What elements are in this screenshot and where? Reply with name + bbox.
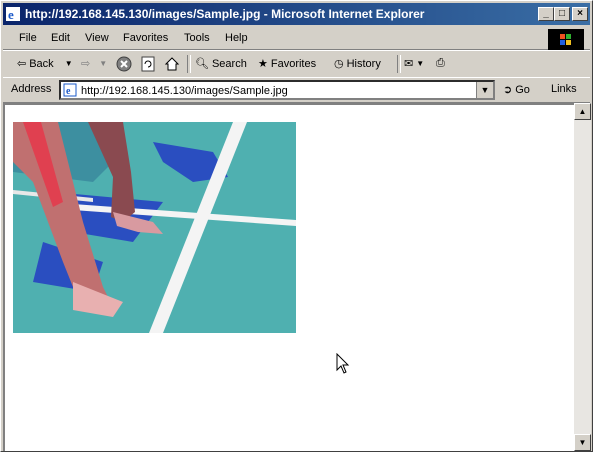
ie-logo-icon: e: [6, 7, 20, 22]
mail-button[interactable]: ✉ ▼: [404, 57, 424, 70]
mail-dropdown-icon: ▼: [416, 59, 425, 68]
back-button[interactable]: ⇦ Back ▼: [17, 57, 73, 71]
toolbar-separator: [187, 55, 191, 73]
svg-text:e: e: [66, 86, 71, 97]
svg-text:e: e: [8, 7, 14, 22]
menu-help[interactable]: Help: [225, 32, 248, 44]
search-icon: 🔍︎: [195, 58, 209, 70]
forward-dropdown-icon[interactable]: ▼: [99, 59, 107, 68]
stop-icon[interactable]: [116, 56, 132, 72]
history-label: History: [346, 57, 381, 70]
search-label: Search: [211, 57, 247, 70]
menu-view[interactable]: View: [85, 32, 109, 44]
address-label: Address: [11, 83, 52, 95]
browser-window: e http://192.168.145.130/images/Sample.j…: [0, 0, 593, 452]
history-button[interactable]: ◷ History: [334, 57, 381, 71]
standard-toolbar: ⇦ Back ▼ ⇨ ▼ 🔍︎ Search ★ Favorites ◷ His…: [3, 50, 590, 78]
forward-button[interactable]: ⇨ ▼: [81, 57, 107, 70]
links-button[interactable]: Links: [551, 83, 577, 95]
minimize-button[interactable]: _: [538, 7, 554, 21]
scroll-up-button[interactable]: ▲: [574, 103, 591, 120]
vertical-scrollbar[interactable]: ▲ ▼: [574, 103, 591, 451]
back-label: Back: [29, 57, 54, 70]
printer-icon: ⎙: [436, 57, 445, 69]
forward-arrow-icon: ⇨: [81, 58, 91, 70]
mouse-pointer-icon: [336, 353, 350, 374]
page-icon: e: [63, 83, 77, 97]
address-bar: Address e http://192.168.145.130/images/…: [3, 77, 590, 103]
home-icon[interactable]: [164, 56, 180, 72]
favorites-star-icon: ★: [258, 58, 268, 70]
maximize-button[interactable]: □: [554, 7, 570, 21]
menu-tools[interactable]: Tools: [184, 32, 210, 44]
history-clock-icon: ◷: [334, 58, 344, 70]
print-button[interactable]: ⎙: [436, 57, 445, 70]
sample-photo: [13, 122, 296, 333]
mail-icon: ✉: [404, 58, 414, 70]
favorites-label: Favorites: [270, 57, 317, 70]
close-button[interactable]: ×: [572, 7, 588, 21]
address-input[interactable]: e http://192.168.145.130/images/Sample.j…: [59, 80, 495, 100]
menu-edit[interactable]: Edit: [51, 32, 70, 44]
toolbar-separator: [397, 55, 401, 73]
menu-favorites[interactable]: Favorites: [123, 32, 168, 44]
back-arrow-icon: ⇦: [17, 58, 27, 70]
menu-bar: File Edit View Favorites Tools Help: [3, 27, 590, 51]
go-arrow-icon: ➲: [503, 84, 513, 96]
windows-throbber-icon: [548, 29, 584, 51]
search-button[interactable]: 🔍︎ Search: [195, 57, 247, 71]
address-dropdown-icon[interactable]: ▼: [476, 82, 493, 98]
title-bar[interactable]: e http://192.168.145.130/images/Sample.j…: [3, 3, 590, 25]
refresh-icon[interactable]: [140, 56, 156, 72]
window-title: http://192.168.145.130/images/Sample.jpg…: [25, 7, 425, 21]
favorites-button[interactable]: ★ Favorites: [258, 57, 317, 71]
menu-file[interactable]: File: [19, 32, 37, 44]
go-label: Go: [515, 83, 530, 96]
back-dropdown-icon[interactable]: ▼: [65, 59, 73, 68]
address-url: http://192.168.145.130/images/Sample.jpg: [81, 85, 288, 97]
scroll-down-button[interactable]: ▼: [574, 434, 591, 451]
go-button[interactable]: ➲ Go: [503, 83, 530, 97]
page-content[interactable]: [3, 103, 574, 451]
